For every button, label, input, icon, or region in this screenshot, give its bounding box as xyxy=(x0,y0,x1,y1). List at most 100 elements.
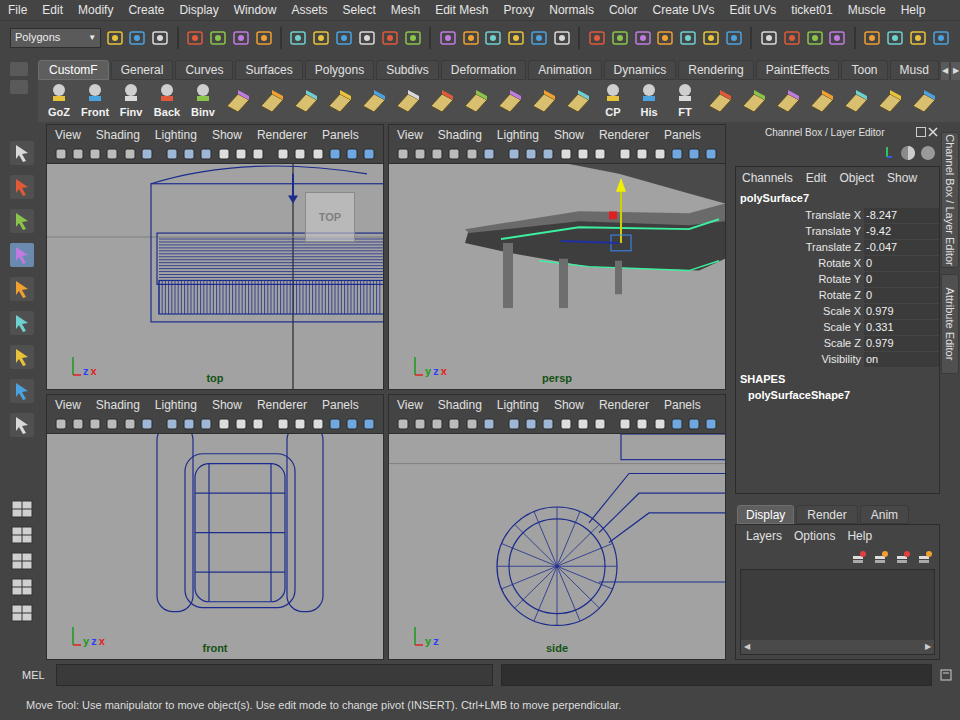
tool-icon[interactable] xyxy=(461,28,480,48)
tool-icon[interactable] xyxy=(828,28,847,48)
shelf-tab[interactable]: CustomF xyxy=(38,60,109,80)
panel-tool-icon[interactable] xyxy=(617,146,632,162)
tool-icon[interactable] xyxy=(7,240,37,270)
shelf-scroll-button[interactable]: ◀ xyxy=(941,62,950,80)
panel-tool-icon[interactable] xyxy=(327,416,342,432)
panel-tool-icon[interactable] xyxy=(233,146,248,162)
panel-tool-icon[interactable] xyxy=(541,146,556,162)
shelf-tool-icon[interactable] xyxy=(222,84,254,118)
panel-tool-icon[interactable] xyxy=(669,416,684,432)
side-tab[interactable]: Attribute Editor xyxy=(941,274,959,374)
tool-icon[interactable] xyxy=(908,28,927,48)
tool-icon[interactable] xyxy=(7,410,37,440)
panel-tool-icon[interactable] xyxy=(430,146,445,162)
shelf-tool-icon[interactable] xyxy=(738,84,770,118)
tool-icon[interactable] xyxy=(805,28,824,48)
tool-icon[interactable] xyxy=(587,28,606,48)
panel-tool-icon[interactable] xyxy=(216,416,231,432)
menu-item[interactable]: Window xyxy=(234,1,277,19)
panel-tool-icon[interactable] xyxy=(53,146,68,162)
tool-icon[interactable] xyxy=(231,28,250,48)
layer-menu-item[interactable]: Help xyxy=(847,527,872,545)
layer-tool-icon[interactable] xyxy=(917,550,933,566)
menu-item[interactable]: Color xyxy=(609,1,638,19)
shelf-button[interactable]: Binv xyxy=(186,82,220,120)
panel-menu-item[interactable]: Panels xyxy=(664,126,701,144)
panel-tool-icon[interactable] xyxy=(447,146,462,162)
attribute-name[interactable]: Translate Z xyxy=(736,239,864,256)
panel-tool-icon[interactable] xyxy=(70,146,85,162)
tool-icon[interactable] xyxy=(289,28,308,48)
attribute-name[interactable]: Rotate Z xyxy=(736,287,864,304)
panel-menu-item[interactable]: Show xyxy=(554,126,584,144)
attribute-value[interactable]: 0 xyxy=(864,272,939,287)
panel-tool-icon[interactable] xyxy=(506,416,521,432)
shelf-tool-icon[interactable] xyxy=(806,84,838,118)
panel-menu-item[interactable]: Show xyxy=(212,126,242,144)
viewport-canvas[interactable]: TOPzxtop xyxy=(47,163,383,389)
tool-icon[interactable] xyxy=(7,376,37,406)
panel-tool-icon[interactable] xyxy=(181,416,196,432)
tool-icon[interactable] xyxy=(863,28,882,48)
menu-item[interactable]: File xyxy=(8,1,27,19)
shelf-menu-icon[interactable] xyxy=(10,62,28,76)
attribute-value[interactable]: 0.331 xyxy=(864,320,939,335)
panel-tool-icon[interactable] xyxy=(344,146,359,162)
attribute-name[interactable]: Scale Z xyxy=(736,335,864,352)
panel-tool-icon[interactable] xyxy=(704,416,719,432)
panel-tool-icon[interactable] xyxy=(122,146,137,162)
menu-item[interactable]: Create UVs xyxy=(653,1,715,19)
channel-menu-item[interactable]: Show xyxy=(887,169,917,187)
panel-menu-item[interactable]: Shading xyxy=(438,126,482,144)
panel-tool-icon[interactable] xyxy=(558,146,573,162)
menu-item[interactable]: Display xyxy=(179,1,218,19)
tool-icon[interactable] xyxy=(633,28,652,48)
panel-menu-item[interactable]: Renderer xyxy=(599,396,649,414)
panel-tool-icon[interactable] xyxy=(523,146,538,162)
shelf-tool-icon[interactable] xyxy=(460,84,492,118)
panel-tool-icon[interactable] xyxy=(199,416,214,432)
panel-tool-icon[interactable] xyxy=(344,416,359,432)
attribute-value[interactable]: -8.247 xyxy=(864,208,939,223)
scroll-arrow[interactable]: ◀ xyxy=(741,641,753,653)
mode-dropdown[interactable]: Polygons▼ xyxy=(10,28,101,48)
panel-menu-item[interactable]: Show xyxy=(554,396,584,414)
float-icon[interactable] xyxy=(916,127,926,137)
layout-icon[interactable] xyxy=(9,498,35,520)
tool-icon[interactable] xyxy=(209,28,228,48)
panel-tool-icon[interactable] xyxy=(481,416,496,432)
attribute-value[interactable]: 0 xyxy=(864,256,939,271)
panel-tool-icon[interactable] xyxy=(395,146,410,162)
layout-icon[interactable] xyxy=(9,550,35,572)
panel-tool-icon[interactable] xyxy=(362,146,377,162)
panel-tool-icon[interactable] xyxy=(575,416,590,432)
attribute-name[interactable]: Rotate Y xyxy=(736,271,864,288)
panel-tool-icon[interactable] xyxy=(686,416,701,432)
panel-tool-icon[interactable] xyxy=(199,146,214,162)
panel-tool-icon[interactable] xyxy=(704,146,719,162)
attribute-name[interactable]: Translate X xyxy=(736,207,864,224)
layer-tool-icon[interactable] xyxy=(873,550,889,566)
panel-tool-icon[interactable] xyxy=(293,416,308,432)
shelf-button[interactable]: FT xyxy=(668,82,702,120)
layer-tool-icon[interactable] xyxy=(895,550,911,566)
tool-icon[interactable] xyxy=(358,28,377,48)
layout-icon[interactable] xyxy=(9,576,35,598)
shelf-tool-icon[interactable] xyxy=(840,84,872,118)
tool-icon[interactable] xyxy=(254,28,273,48)
attribute-name[interactable]: Scale X xyxy=(736,303,864,320)
tool-icon[interactable] xyxy=(186,28,205,48)
panel-menu-item[interactable]: Shading xyxy=(96,126,140,144)
panel-tool-icon[interactable] xyxy=(652,146,667,162)
panel-tool-icon[interactable] xyxy=(412,416,427,432)
attribute-value[interactable]: -9.42 xyxy=(864,224,939,239)
panel-tool-icon[interactable] xyxy=(70,416,85,432)
panel-menu-item[interactable]: Show xyxy=(212,396,242,414)
menu-item[interactable]: Mesh xyxy=(391,1,420,19)
shelf-tool-icon[interactable] xyxy=(562,84,594,118)
viewport-canvas[interactable]: yzxfront xyxy=(47,433,383,659)
panel-tool-icon[interactable] xyxy=(105,146,120,162)
attribute-name[interactable]: Rotate X xyxy=(736,255,864,272)
panel-tool-icon[interactable] xyxy=(523,416,538,432)
shelf-tool-icon[interactable] xyxy=(358,84,390,118)
